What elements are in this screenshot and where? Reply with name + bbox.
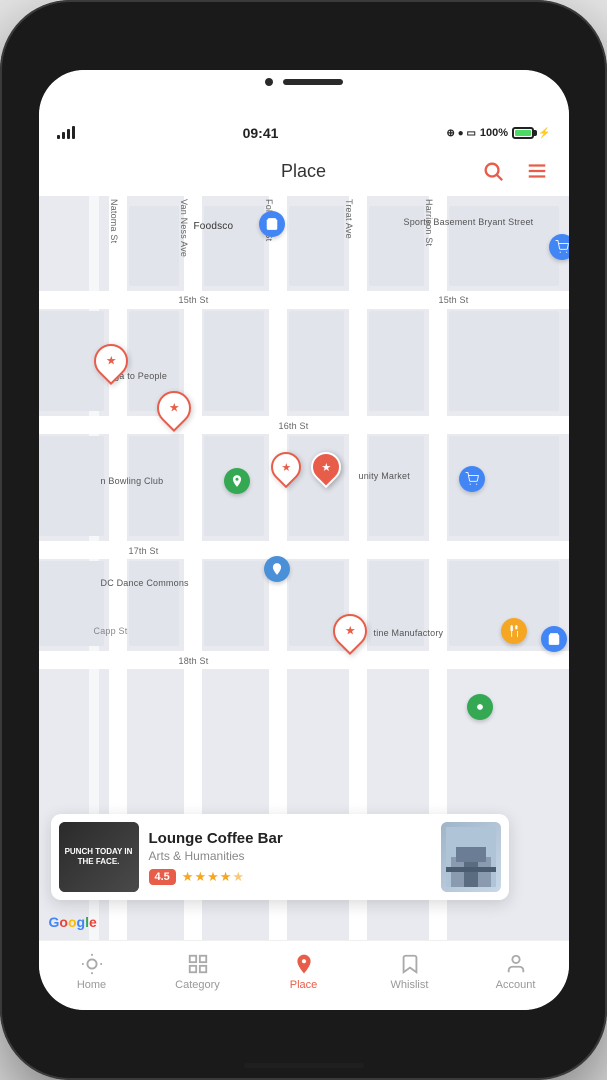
restaurant-icon[interactable] — [501, 618, 527, 644]
foodsco-label: Foodsco — [194, 221, 234, 232]
header-actions — [477, 155, 553, 187]
battery-icon — [512, 127, 534, 139]
nav-item-home[interactable]: Home — [39, 952, 145, 991]
app-header: Place — [39, 146, 569, 196]
category-icon — [186, 952, 210, 976]
account-icon — [504, 952, 528, 976]
bottom-navigation: Home Category — [39, 940, 569, 1010]
home-icon — [80, 952, 104, 976]
nav-label-place: Place — [290, 979, 318, 991]
speaker — [283, 79, 343, 85]
nav-item-category[interactable]: Category — [145, 952, 251, 991]
battery-percent: 100% — [480, 127, 508, 139]
dc-dance-label: DC Dance Commons — [101, 578, 189, 588]
home-indicator — [244, 1063, 364, 1068]
16th-label: 16th St — [279, 421, 309, 431]
15th-label: 15th St — [179, 295, 209, 305]
place-card-name: Lounge Coffee Bar — [149, 830, 431, 847]
rating-badge: 4.5 — [149, 869, 176, 885]
menu-button[interactable] — [521, 155, 553, 187]
phone-screen: 09:41 ⊕ ● ▭ 100% ⚡ Place — [39, 70, 569, 1010]
whislist-icon — [398, 952, 422, 976]
nav-item-account[interactable]: Account — [463, 952, 569, 991]
nav-label-category: Category — [175, 979, 220, 991]
pin-star-4[interactable]: ★ — [311, 452, 341, 482]
17th-label: 17th St — [129, 546, 159, 556]
phone-top-notch — [39, 70, 569, 120]
front-camera — [265, 78, 273, 86]
pin-star-3[interactable]: ★ — [271, 452, 301, 482]
status-bar: 09:41 ⊕ ● ▭ 100% ⚡ — [39, 120, 569, 146]
place-card-thumb2 — [441, 822, 501, 892]
place-card-image: PUNCH TODAY IN THE FACE. — [59, 822, 139, 892]
bowling-icon[interactable] — [224, 468, 250, 494]
place-card-img-text: PUNCH TODAY IN THE FACE. — [59, 822, 139, 892]
bowling-label: n Bowling Club — [101, 476, 164, 486]
search-button[interactable] — [477, 155, 509, 187]
signal-bars — [57, 127, 75, 139]
status-right-area: ⊕ ● ▭ 100% ⚡ — [446, 127, 550, 139]
place-card-rating: 4.5 ★ ★ ★ ★ ★ — [149, 869, 431, 885]
capp-label: Capp St — [94, 626, 128, 636]
pin-star-5[interactable]: ★ — [333, 614, 367, 648]
pin-star-2[interactable]: ★ — [157, 391, 191, 425]
nav-item-place[interactable]: Place — [251, 952, 357, 991]
status-icons: ⊕ ● ▭ — [446, 128, 475, 139]
pin-star-1[interactable]: ★ — [94, 344, 128, 378]
map-view[interactable]: Natoma St Van Ness Ave Folsom St Treat A… — [39, 196, 569, 940]
place-card-info: Lounge Coffee Bar Arts & Humanities 4.5 … — [149, 830, 431, 885]
nav-label-home: Home — [77, 979, 106, 991]
vanness-label: Van Ness Ave — [179, 199, 189, 257]
place-card-category: Arts & Humanities — [149, 849, 431, 863]
dcdance-icon[interactable] — [264, 556, 290, 582]
community-icon[interactable] — [459, 466, 485, 492]
natoma-label: Natoma St — [109, 199, 119, 243]
place-card[interactable]: PUNCH TODAY IN THE FACE. Lounge Coffee B… — [51, 814, 509, 900]
green-place-icon[interactable] — [467, 694, 493, 720]
community-label: unity Market — [359, 471, 410, 481]
treat-label: Treat Ave — [344, 199, 354, 239]
signal-area — [57, 127, 75, 139]
nav-label-whislist: Whislist — [391, 979, 429, 991]
shopping-icon[interactable] — [541, 626, 567, 652]
place-icon — [292, 952, 316, 976]
15th-label-r: 15th St — [439, 295, 469, 305]
stars: ★ ★ ★ ★ ★ — [182, 869, 244, 885]
18th-label: 18th St — [179, 656, 209, 666]
manufactory-label: tine Manufactory — [374, 628, 444, 638]
page-title: Place — [281, 161, 326, 182]
nav-label-account: Account — [496, 979, 536, 991]
sports-basement-label: Sports Basement Bryant Street — [404, 216, 534, 229]
foodsco-icon[interactable] — [259, 211, 285, 237]
phone-frame: 09:41 ⊕ ● ▭ 100% ⚡ Place — [0, 0, 607, 1080]
charging-icon: ⚡ — [538, 128, 550, 139]
nav-item-whislist[interactable]: Whislist — [357, 952, 463, 991]
status-time: 09:41 — [243, 125, 279, 141]
google-logo: Google — [49, 914, 97, 930]
